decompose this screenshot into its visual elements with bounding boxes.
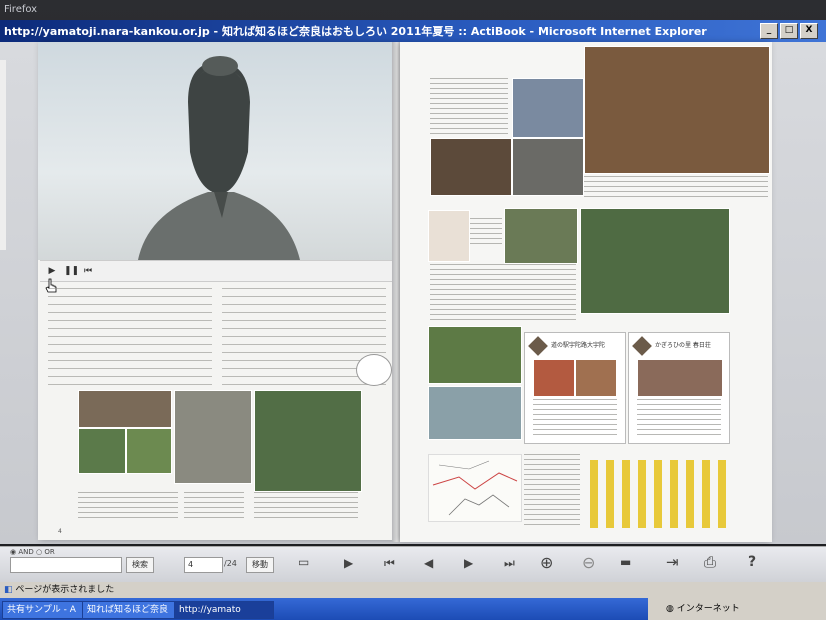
- print-icon[interactable]: ⎙: [704, 553, 716, 571]
- taskbar-item-active[interactable]: http://yamato: [174, 601, 274, 619]
- radio-and-icon[interactable]: ◉: [10, 548, 16, 556]
- page-number-left: 4: [58, 528, 62, 535]
- zoom-in-icon[interactable]: ⊕: [540, 553, 553, 572]
- photo-jar: [575, 359, 617, 397]
- area-map: [428, 454, 522, 522]
- window-title: http://yamatoji.nara-kankou.or.jp - 知れば知…: [4, 25, 707, 38]
- search-button[interactable]: 検索: [126, 557, 154, 573]
- speech-bubble: [470, 218, 502, 244]
- info-box-title: 道の駅宇陀路大宇陀: [551, 342, 606, 349]
- photo-lotus: [126, 428, 172, 474]
- photo-storefront: [430, 138, 512, 196]
- photo-caption: [78, 492, 178, 518]
- statue-photo: [38, 42, 394, 260]
- taskbar-item[interactable]: 知れば知るほど奈良: [82, 601, 176, 619]
- photo-garden: [78, 428, 126, 474]
- pause-icon[interactable]: ❚❚: [64, 265, 79, 277]
- left-page[interactable]: ▶ ❚❚ ⏮ 4: [38, 42, 394, 540]
- page-number-input[interactable]: 4: [184, 557, 223, 573]
- zoom-out-icon[interactable]: ⊖: [582, 553, 595, 572]
- photo-caption: [254, 492, 358, 518]
- photo-room: [637, 359, 723, 397]
- radio-or-label: OR: [44, 548, 55, 556]
- search-input[interactable]: [10, 557, 122, 573]
- taskbar-item[interactable]: 共有サンプル - A: [2, 601, 84, 619]
- photo-guide-woman: [428, 210, 470, 262]
- text-column: [48, 288, 212, 388]
- photo-rock: [504, 208, 578, 264]
- timeline-bar: [590, 460, 598, 528]
- info-box-kasuga-so: かぎろひの里 春日荘: [628, 332, 730, 444]
- photo-caption: [184, 492, 244, 518]
- taskbar: 共有サンプル - A 知れば知るほど奈良 http://yamato ◍ インタ…: [0, 598, 826, 620]
- right-page[interactable]: 道の駅宇陀路大宇陀 かぎろひの里 春日荘 5: [400, 42, 772, 542]
- article-text: [48, 288, 386, 388]
- next-page-icon[interactable]: ▶: [464, 556, 473, 570]
- minimize-button[interactable]: _: [760, 23, 778, 39]
- close-button[interactable]: X: [800, 23, 818, 39]
- search-mode-radios: ◉ AND ○ OR: [10, 548, 55, 556]
- info-box-text: [637, 399, 721, 435]
- help-icon[interactable]: ?: [748, 554, 756, 570]
- window-controls: _ □ X: [760, 23, 818, 39]
- prev-page-icon[interactable]: ◀: [424, 556, 433, 570]
- timeline-bar: [638, 460, 646, 528]
- fit-page-icon[interactable]: ▬: [620, 555, 631, 569]
- go-button[interactable]: 移動: [246, 557, 274, 573]
- badge-icon: [632, 336, 652, 356]
- badge-icon: [528, 336, 548, 356]
- play-icon[interactable]: ▶: [46, 265, 58, 277]
- map-illustration: [432, 460, 518, 516]
- play-icon[interactable]: ▶: [344, 556, 353, 570]
- photo-shrine: [254, 390, 362, 492]
- zone-indicator: ◍ インターネット: [648, 598, 826, 620]
- photo-street: [512, 138, 584, 196]
- radio-or-icon[interactable]: ○: [36, 548, 42, 556]
- maximize-button[interactable]: □: [780, 23, 798, 39]
- statue-illustration: [138, 56, 300, 260]
- title-bar: http://yamatoji.nara-kankou.or.jp - 知れば知…: [0, 20, 826, 42]
- book-icon[interactable]: ▭: [298, 555, 309, 569]
- photo-horse-statue: [428, 386, 522, 440]
- timeline-bar: [606, 460, 614, 528]
- status-bar: ◧ ページが表示されました: [0, 582, 826, 598]
- rewind-icon[interactable]: ⏮: [82, 265, 94, 277]
- photo-forest-hut: [580, 208, 730, 314]
- globe-icon: ◍: [666, 604, 674, 614]
- timeline-bar: [718, 460, 726, 528]
- info-box-roadside-station: 道の駅宇陀路大宇陀: [524, 332, 626, 444]
- first-page-icon[interactable]: ⏮: [384, 556, 395, 571]
- radio-and-label: AND: [18, 548, 34, 556]
- photo-building: [78, 390, 172, 428]
- timeline-bar: [654, 460, 662, 528]
- background-window-tag: Firefox: [4, 4, 38, 15]
- timeline-bar: [622, 460, 630, 528]
- last-page-icon[interactable]: ⏭: [504, 556, 515, 571]
- page-loaded-icon: ◧: [4, 585, 13, 595]
- photo-shop-interior: [584, 46, 770, 174]
- status-text: ページが表示されました: [15, 585, 115, 595]
- actibook-toolbar: ◉ AND ○ OR 検索 4 /24 移動 ▭ ▶ ⏮ ◀ ▶ ⏭ ⊕ ⊖ ▬…: [0, 546, 826, 583]
- screen: Firefox http://yamatoji.nara-kankou.or.j…: [0, 0, 826, 620]
- timeline-bar: [702, 460, 710, 528]
- export-icon[interactable]: ⇥: [666, 553, 679, 571]
- photo-signpost: [174, 390, 252, 484]
- info-box-text: [533, 399, 617, 435]
- photo-caption: [584, 176, 768, 200]
- timeline-bar: [670, 460, 678, 528]
- window-edge: [0, 60, 6, 250]
- photo-gate: [512, 78, 584, 138]
- article-text: [430, 78, 508, 134]
- zone-label: インターネット: [676, 604, 740, 614]
- info-box-title: かぎろひの里 春日荘: [655, 342, 711, 349]
- timeline-bar: [686, 460, 694, 528]
- speech-bubble: [356, 354, 392, 386]
- article-text: [430, 264, 576, 322]
- directions-text: [524, 454, 580, 528]
- photo-thatched-house: [428, 326, 522, 384]
- photo-product: [533, 359, 575, 397]
- total-pages: /24: [224, 559, 237, 568]
- media-player-bar: ▶ ❚❚ ⏮: [40, 260, 394, 282]
